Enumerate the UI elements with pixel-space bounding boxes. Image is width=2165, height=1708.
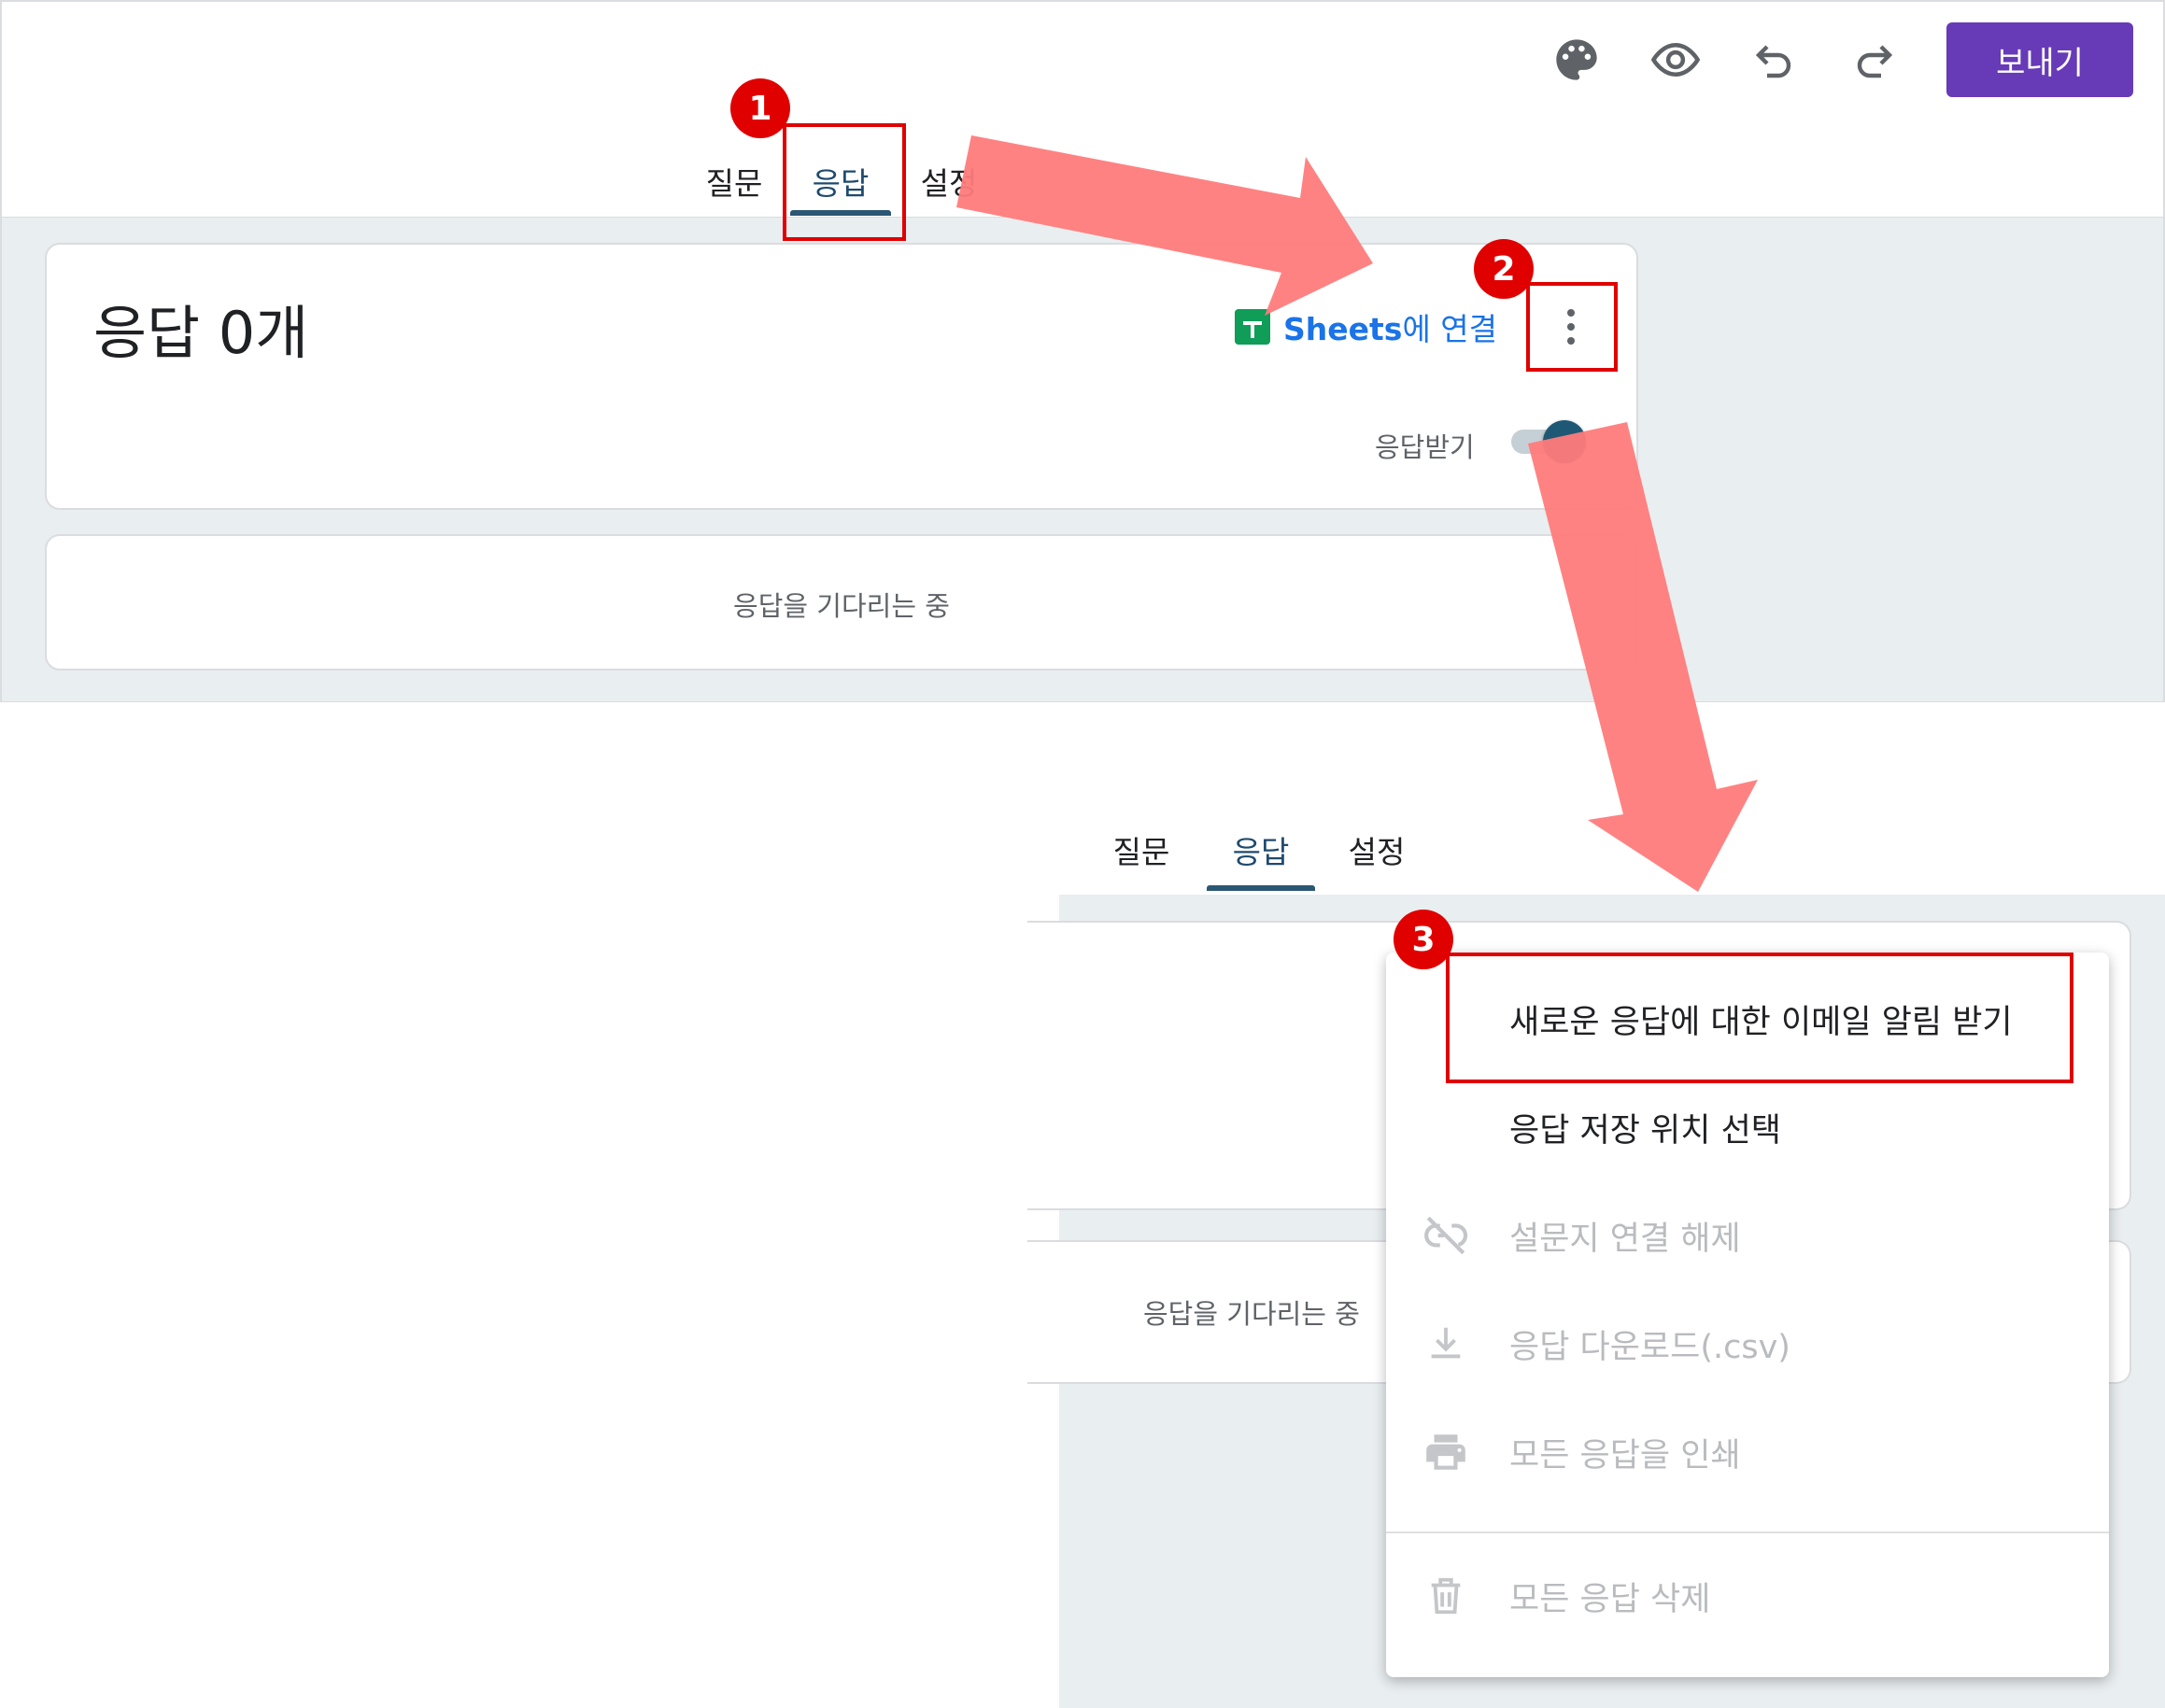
top-header: [2, 2, 2163, 219]
step-2-badge: 2: [1474, 239, 1534, 299]
tab-questions[interactable]: 질문: [687, 159, 781, 204]
sheets-link-strong: Sheets: [1283, 311, 1403, 347]
highlight-more-options: [1526, 282, 1618, 372]
tab-responses-bottom[interactable]: 응답: [1214, 827, 1308, 872]
redo-icon[interactable]: [1844, 30, 1903, 90]
menu-item-label: 응답 다운로드(.csv): [1509, 1328, 1790, 1366]
step-3-badge: 3: [1394, 910, 1453, 969]
waiting-text-bottom: 응답을 기다리는 중: [1143, 1298, 1360, 1330]
accepting-responses-label: 응답받기: [1375, 431, 1475, 463]
palette-icon[interactable]: [1547, 30, 1606, 90]
highlight-email-notifications: [1446, 953, 2073, 1083]
menu-item-choose-destination[interactable]: 응답 저장 위치 선택: [1386, 1089, 2109, 1165]
download-icon: [1420, 1318, 1472, 1370]
tab-active-indicator-bottom: [1207, 885, 1315, 891]
tab-questions-bottom[interactable]: 질문: [1095, 827, 1188, 872]
tab-settings-bottom[interactable]: 설정: [1330, 827, 1423, 872]
send-button[interactable]: 보내기: [1946, 22, 2133, 97]
link-off-icon: [1420, 1209, 1472, 1262]
menu-divider: [1386, 1532, 2109, 1533]
link-to-sheets[interactable]: Sheets에 연결: [1235, 304, 1497, 349]
undo-icon[interactable]: [1745, 30, 1804, 90]
step-1-badge: 1: [730, 78, 790, 138]
eye-icon[interactable]: [1646, 30, 1705, 90]
trash-icon: [1420, 1570, 1472, 1622]
menu-item-label: 모든 응답 삭제: [1509, 1580, 1711, 1618]
response-count-title: 응답 0개: [93, 299, 309, 367]
response-summary-card: [45, 243, 1638, 510]
toggle-thumb[interactable]: [1543, 420, 1586, 463]
waiting-text: 응답을 기다리는 중: [733, 590, 950, 622]
menu-item-download-csv[interactable]: 응답 다운로드(.csv): [1386, 1306, 2109, 1382]
sheets-icon: [1235, 309, 1270, 345]
menu-item-print-all[interactable]: 모든 응답을 인쇄: [1386, 1414, 2109, 1490]
highlight-responses-tab: [783, 123, 906, 241]
menu-item-label: 응답 저장 위치 선택: [1509, 1111, 1781, 1150]
menu-spacer: [1420, 1101, 1472, 1153]
menu-item-label: 설문지 연결 해제: [1509, 1220, 1741, 1258]
sheets-link-text: 에 연결: [1402, 311, 1498, 347]
menu-item-unlink-form[interactable]: 설문지 연결 해제: [1386, 1197, 2109, 1274]
tab-settings[interactable]: 설정: [902, 159, 996, 204]
print-icon: [1420, 1426, 1472, 1478]
menu-item-label: 모든 응답을 인쇄: [1509, 1436, 1741, 1475]
menu-item-delete-all[interactable]: 모든 응답 삭제: [1386, 1558, 2109, 1634]
